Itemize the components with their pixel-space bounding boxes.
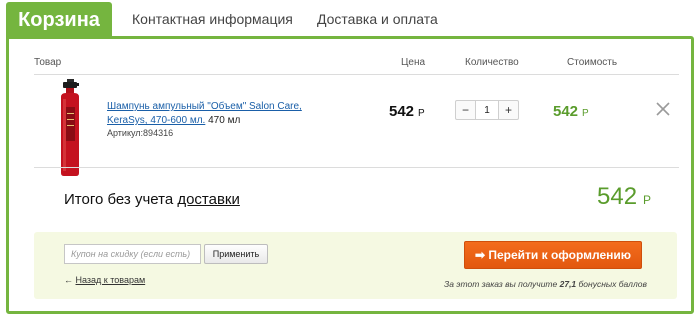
total-currency: Р (643, 193, 652, 207)
apply-coupon-button[interactable]: Применить (204, 244, 268, 264)
product-volume: 470 мл (208, 115, 241, 126)
total-value: 542 Р (597, 183, 651, 211)
quantity-increase-button[interactable]: + (499, 101, 518, 119)
item-cost-value: 542 (553, 103, 579, 120)
cart-panel: Товар Цена Количество Стоимость Шампунь … (6, 36, 694, 314)
tab-delivery-payment[interactable]: Доставка и оплата (317, 11, 438, 27)
item-price: 542 Р (389, 103, 425, 120)
back-to-products-link[interactable]: ← Назад к товарам (64, 275, 145, 285)
bonus-suffix: бонусных баллов (576, 279, 647, 289)
item-price-currency: Р (418, 108, 425, 119)
delivery-link[interactable]: доставки (177, 191, 240, 208)
item-divider (34, 167, 679, 168)
cart-tabs: Корзина Контактная информация Доставка и… (6, 0, 694, 38)
checkout-button[interactable]: ➡ Перейти к оформлению (464, 241, 642, 269)
header-product: Товар (34, 57, 62, 68)
item-cost-currency: Р (582, 108, 589, 119)
bonus-prefix: За этот заказ вы получите (444, 279, 560, 289)
header-quantity: Количество (465, 57, 519, 68)
total-amount: 542 (597, 183, 638, 210)
total-label: Итого без учета доставки (64, 191, 240, 208)
quantity-value[interactable]: 1 (475, 101, 499, 119)
header-cost: Стоимость (567, 57, 618, 68)
tab-cart[interactable]: Корзина (6, 2, 112, 38)
close-icon[interactable] (655, 101, 671, 117)
product-image[interactable] (57, 79, 83, 177)
product-name-link[interactable]: Шампунь ампульный "Объем" Salon Care, Ke… (107, 101, 302, 126)
coupon-input[interactable] (64, 244, 201, 264)
checkout-area: Применить ← Назад к товарам ➡ Перейти к … (34, 232, 677, 299)
tab-contact-info[interactable]: Контактная информация (132, 11, 293, 27)
header-divider (34, 74, 679, 75)
bonus-amount: 27,1 (559, 279, 577, 289)
quantity-decrease-button[interactable]: − (456, 101, 475, 119)
item-cost: 542 Р (553, 103, 589, 120)
product-name: Шампунь ампульный "Объем" Salon Care, Ke… (107, 100, 307, 128)
bonus-info: За этот заказ вы получите 27,1 бонусных … (444, 279, 647, 289)
product-sku: Артикул:894316 (107, 128, 174, 138)
total-label-prefix: Итого без учета (64, 191, 178, 208)
item-price-value: 542 (389, 103, 415, 120)
header-price: Цена (401, 57, 426, 68)
checkout-arrow-icon: ➡ (474, 248, 486, 262)
checkout-label: Перейти к оформлению (488, 248, 632, 262)
back-arrow-icon: ← (64, 275, 73, 285)
back-link-label: Назад к товарам (75, 275, 146, 285)
quantity-stepper: − 1 + (455, 100, 519, 120)
